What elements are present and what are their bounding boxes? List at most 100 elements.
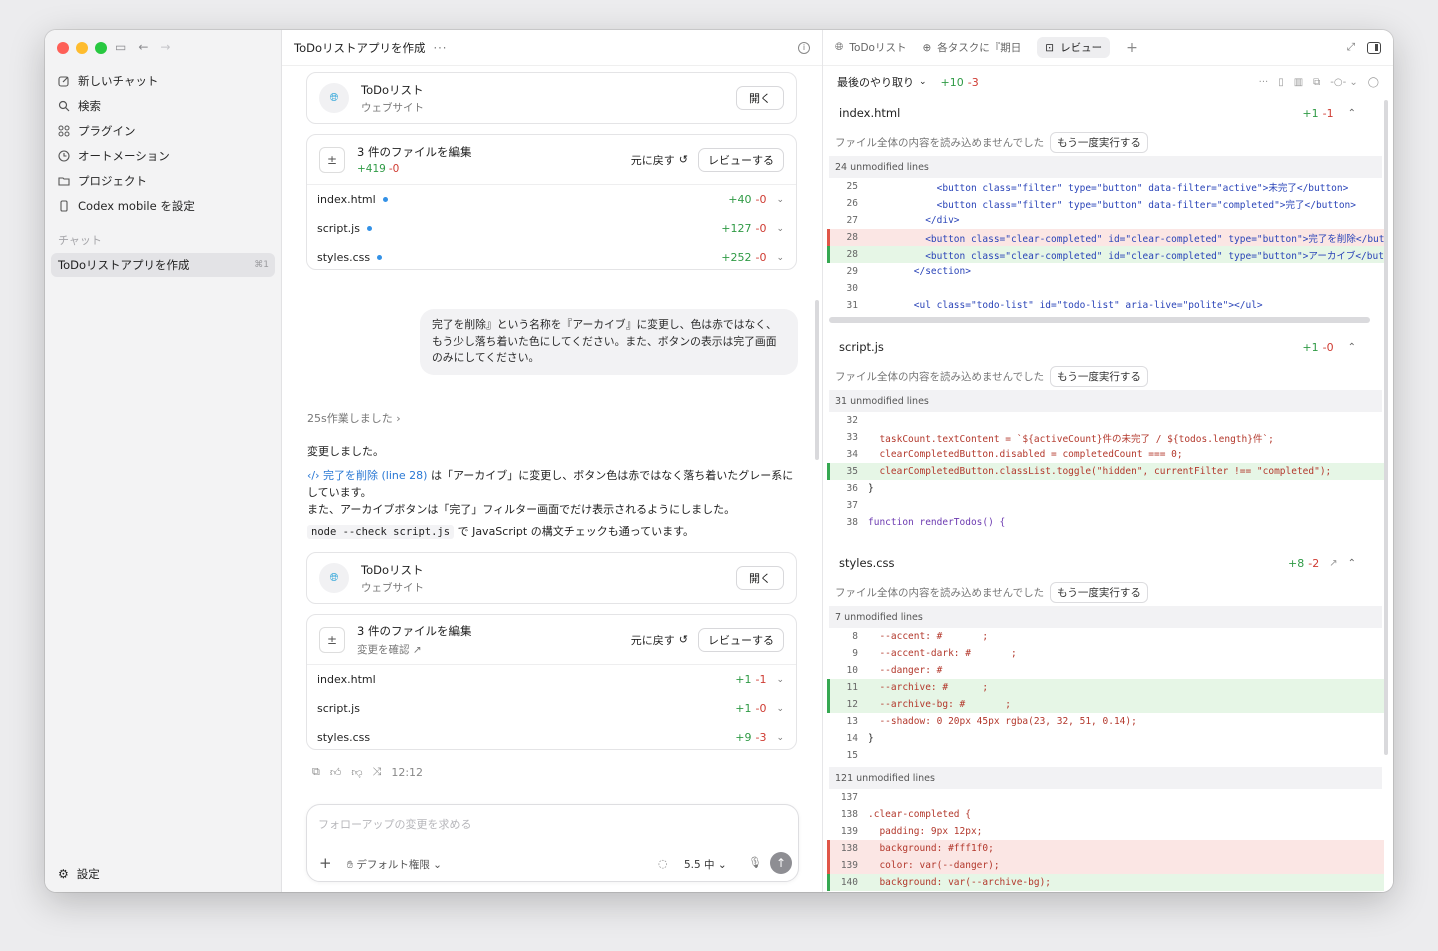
line-number: 25: [846, 181, 858, 192]
settings-button[interactable]: ⚙ 設定: [58, 866, 100, 882]
file-row[interactable]: index.html +1 -1 ⌄: [307, 665, 796, 694]
diff-line: 37: [827, 497, 1384, 514]
retry-button[interactable]: もう一度実行する: [1050, 365, 1148, 387]
nav-label: プラグイン: [78, 123, 136, 138]
copy-icon[interactable]: ⧉: [312, 765, 320, 779]
work-duration-toggle[interactable]: 25s作業しました ›: [307, 410, 401, 426]
more-menu-icon[interactable]: ···: [434, 41, 448, 55]
chat-item-todo[interactable]: ToDoリストアプリを作成 ⌘1: [51, 253, 275, 277]
send-button[interactable]: ↑: [770, 852, 792, 874]
nav-search[interactable]: 検索: [51, 93, 275, 118]
scope-select[interactable]: 最後のやり取り: [837, 74, 914, 90]
code-text: --danger: #: [868, 665, 943, 676]
diff-file-header[interactable]: index.html +1 -1 ⌃: [827, 98, 1384, 128]
edited-files-header: ± 3 件のファイルを編集 +419 -0 元に戻す ↺ レビューする: [307, 135, 796, 185]
back-arrow-icon[interactable]: ←: [138, 40, 148, 54]
tab-todo-site[interactable]: 🌐︎ ToDoリスト: [835, 40, 906, 55]
open-website-button[interactable]: 開く: [736, 566, 784, 590]
nav-codex-mobile[interactable]: Codex mobile を設定: [51, 193, 275, 218]
line-number: 35: [846, 466, 858, 477]
chat-scrollbar[interactable]: [815, 300, 819, 460]
folder-icon: [58, 175, 70, 187]
chevron-down-icon: ⌄: [776, 223, 784, 234]
expand-icon[interactable]: ⤢: [1347, 41, 1355, 54]
undo-button[interactable]: 元に戻す ↺: [631, 632, 688, 648]
app-window: ▭ ← → 新しいチャット 検索 プラグイン オートメーション プロジェクト C…: [45, 30, 1393, 892]
diff-line: 38 function renderTodos() {: [827, 514, 1384, 531]
review-button[interactable]: レビューする: [698, 147, 784, 172]
more-icon[interactable]: ···: [1259, 77, 1269, 88]
github-icon[interactable]: ◯: [1368, 77, 1379, 88]
external-link-icon[interactable]: ↗: [1329, 558, 1337, 569]
line-number: 13: [846, 716, 858, 727]
unmodified-lines-toggle[interactable]: 24 unmodified lines: [829, 156, 1382, 178]
unmodified-lines-toggle[interactable]: 7 unmodified lines: [829, 606, 1382, 628]
diff-line: 31 <ul class="todo-list" id="todo-list" …: [827, 297, 1384, 314]
code-text: <ul class="todo-list" id="todo-list" ari…: [868, 300, 1263, 311]
line-number: 12: [846, 699, 858, 710]
file-row[interactable]: styles.css +252 -0 ⌄: [307, 243, 796, 272]
line-number: 8: [852, 631, 858, 642]
code-text: --archive-bg: # ;: [868, 699, 1011, 710]
diff-file-header[interactable]: script.js +1 -0 ⌃: [827, 332, 1384, 362]
microphone-icon[interactable]: 🎙︎: [748, 856, 762, 869]
nav-projects[interactable]: プロジェクト: [51, 168, 275, 193]
tab-task[interactable]: ⊕ 各タスクに『期日: [922, 40, 1021, 55]
diff-line: 29 </section>: [827, 263, 1384, 280]
review-button[interactable]: レビューする: [698, 627, 784, 652]
copy-icon[interactable]: ⧉: [1313, 77, 1320, 88]
file-row[interactable]: script.js +127 -0 ⌄: [307, 214, 796, 243]
diff-line: 8 --accent: # ;: [827, 628, 1384, 645]
diff-line: 10 --danger: #: [827, 662, 1384, 679]
nav-new-chat[interactable]: 新しいチャット: [51, 68, 275, 93]
sidebar-toggle-icon[interactable]: ▭: [115, 40, 126, 54]
review-scrollbar[interactable]: [1384, 100, 1388, 755]
diff-lines: 8 --accent: # ; 9 --accent-dark: # ; 10 --…: [827, 628, 1384, 764]
nav-automation[interactable]: オートメーション: [51, 143, 275, 168]
model-select[interactable]: 5.5 中 ⌄: [684, 857, 727, 872]
minimize-window-button[interactable]: [76, 42, 88, 54]
code-reference-link[interactable]: ‹/› 完了を削除 (line 28): [307, 469, 427, 482]
open-website-button[interactable]: 開く: [736, 86, 784, 110]
nav-plugins[interactable]: プラグイン: [51, 118, 275, 143]
file-row[interactable]: script.js +1 -0 ⌄: [307, 694, 796, 723]
globe-icon: 🌐︎: [319, 563, 349, 593]
file-icon[interactable]: ▯: [1278, 77, 1284, 88]
unmodified-lines-toggle[interactable]: 121 unmodified lines: [829, 767, 1382, 789]
view-changes-link[interactable]: 変更を確認 ↗: [357, 642, 471, 657]
horizontal-scrollbar[interactable]: [829, 317, 1370, 323]
tab-review[interactable]: ⊡ レビュー: [1037, 37, 1111, 58]
code-text: <button class="filter" type="button" dat…: [868, 199, 1356, 211]
diff-line: 36}: [827, 480, 1384, 497]
thumbs-up-icon[interactable]: 👍︎: [330, 766, 342, 779]
retry-button[interactable]: もう一度実行する: [1050, 581, 1148, 603]
diff-file-index: index.html +1 -1 ⌃ ファイル全体の内容を読み込めませんでした もう一度…: [827, 98, 1384, 323]
forward-arrow-icon[interactable]: →: [160, 40, 170, 54]
diff-line: 14}: [827, 730, 1384, 747]
composer-input[interactable]: フォローアップの変更を求める: [318, 816, 472, 832]
add-tab-icon[interactable]: +: [1126, 40, 1138, 56]
search-icon: [58, 100, 70, 112]
fork-icon[interactable]: ⤨: [373, 765, 382, 779]
panel-toggle-icon[interactable]: [1367, 41, 1381, 54]
close-window-button[interactable]: [57, 42, 69, 54]
diff-file-styles: styles.css +8 -2 ↗ ⌃ ファイル全体の内容を読み込めませんでした もう一…: [827, 548, 1384, 891]
info-icon[interactable]: i: [798, 41, 810, 54]
split-view-icon[interactable]: ▥: [1294, 77, 1303, 88]
commit-icon[interactable]: -○- ⌄: [1330, 77, 1358, 88]
website-title: ToDoリスト: [361, 562, 424, 577]
code-text: color: var(--danger);: [868, 860, 1000, 871]
permission-select[interactable]: ✋︎ デフォルト権限 ⌄: [347, 857, 442, 872]
zoom-window-button[interactable]: [95, 42, 107, 54]
file-row[interactable]: styles.css +9 -3 ⌄: [307, 723, 796, 752]
chats-section-label: チャット: [58, 234, 102, 247]
diff-file-header[interactable]: styles.css +8 -2 ↗ ⌃: [827, 548, 1384, 578]
retry-button[interactable]: もう一度実行する: [1050, 131, 1148, 153]
thumbs-down-icon[interactable]: 👎︎: [351, 766, 362, 779]
undo-button[interactable]: 元に戻す ↺: [631, 152, 688, 168]
unmodified-lines-toggle[interactable]: 31 unmodified lines: [829, 390, 1382, 412]
file-row[interactable]: index.html +40 -0 ⌄: [307, 185, 796, 214]
add-attachment-icon[interactable]: +: [319, 854, 332, 872]
globe-icon: 🌐︎: [835, 41, 844, 53]
diff-line-removed: 138 background: #fff1f0;: [827, 840, 1384, 857]
